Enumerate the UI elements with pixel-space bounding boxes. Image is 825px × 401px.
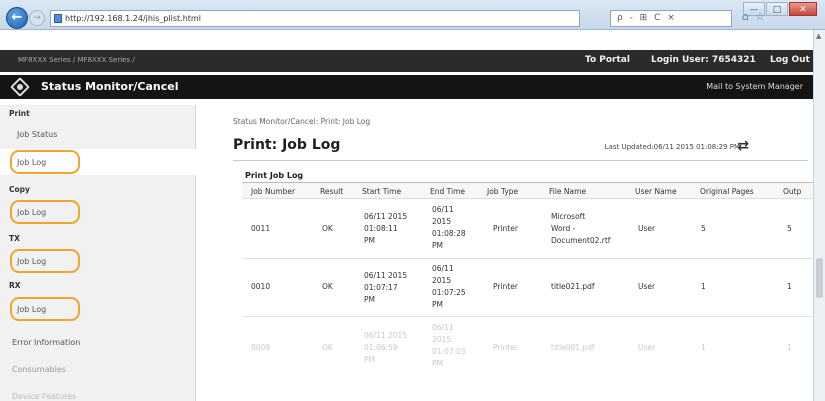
sidebar-section-print: Print bbox=[9, 109, 30, 118]
table-row[interactable]: 0011 OK 06/11 2015 01:08:11 PM 06/11 201… bbox=[242, 199, 813, 259]
cell-end-time: 06/11 2015 01:08:28 PM bbox=[432, 205, 466, 250]
cell-file-name: title001.pdf bbox=[551, 343, 595, 352]
main-content: Status Monitor/Cancel: Print: Job Log Pr… bbox=[208, 105, 813, 401]
app-title: Status Monitor/Cancel bbox=[41, 80, 179, 93]
scroll-up-arrow-icon[interactable]: ▲ bbox=[816, 32, 821, 40]
login-user-label: Login User: 7654321 bbox=[651, 55, 756, 65]
cell-job-number: 0010 bbox=[251, 282, 271, 291]
close-button[interactable]: ✕ bbox=[789, 2, 817, 16]
browser-icons: ⌂☆ bbox=[742, 10, 771, 23]
browser-titlebar: — □ ✕ ← → http://192.168.1.24/jhis_plist… bbox=[0, 0, 825, 30]
cell-end-time: 06/11 2015 01:07:03 PM bbox=[432, 323, 466, 368]
browser-window: — □ ✕ ← → http://192.168.1.24/jhis_plist… bbox=[0, 0, 825, 401]
table-caption: Print Job Log bbox=[245, 171, 304, 180]
vertical-scrollbar[interactable]: ▲ bbox=[813, 30, 825, 401]
refresh-icon[interactable]: ⇄ bbox=[737, 138, 749, 154]
sidebar-item-error-information[interactable]: Error Information bbox=[12, 338, 80, 347]
sidebar-section-rx: RX bbox=[9, 281, 21, 290]
sidebar: Print Job Status Job Log Copy Job Log TX… bbox=[0, 105, 196, 401]
cell-output-pages: 5 bbox=[787, 224, 792, 233]
page-title: Print: Job Log bbox=[233, 137, 341, 153]
column-header: Job Number bbox=[251, 187, 296, 196]
cell-original-pages: 1 bbox=[701, 282, 706, 291]
table-header-row: Job Number Result Start Time End Time Jo… bbox=[242, 182, 813, 199]
column-header: End Time bbox=[430, 187, 465, 196]
cell-result: OK bbox=[322, 343, 333, 352]
page-header: MF8XXX Series / MF8XXX Series / To Porta… bbox=[0, 50, 813, 72]
table-row[interactable]: 0010 OK 06/11 2015 01:07:17 PM 06/11 201… bbox=[242, 259, 813, 317]
cell-result: OK bbox=[322, 282, 333, 291]
cell-result: OK bbox=[322, 224, 333, 233]
status-monitor-logo-icon bbox=[10, 77, 30, 97]
column-header: User Name bbox=[635, 187, 677, 196]
cell-start-time: 06/11 2015 01:08:11 PM bbox=[364, 212, 408, 245]
title-divider bbox=[233, 160, 808, 161]
column-header: File Name bbox=[549, 187, 587, 196]
cell-original-pages: 5 bbox=[701, 224, 706, 233]
address-url: http://192.168.1.24/jhis_plist.html bbox=[65, 14, 201, 23]
cell-file-name: Microsoft Word - Document02.rtf bbox=[551, 212, 611, 245]
cell-job-type: Printer bbox=[493, 282, 518, 291]
favorites-icon[interactable]: ☆ bbox=[755, 10, 771, 23]
cell-end-time: 06/11 2015 01:07:25 PM bbox=[432, 264, 466, 309]
column-header: Job Type bbox=[487, 187, 519, 196]
page-icon bbox=[54, 14, 62, 23]
cell-start-time: 06/11 2015 01:07:17 PM bbox=[364, 271, 408, 304]
to-portal-link[interactable]: To Portal bbox=[585, 55, 630, 65]
cell-output-pages: 1 bbox=[787, 282, 792, 291]
highlight-rx-job-log bbox=[10, 297, 80, 321]
highlight-tx-job-log bbox=[10, 249, 80, 273]
logout-link[interactable]: Log Out bbox=[770, 55, 810, 65]
cell-job-number: 0009 bbox=[251, 343, 271, 352]
address-bar[interactable]: http://192.168.1.24/jhis_plist.html bbox=[50, 10, 580, 27]
back-button[interactable]: ← bbox=[6, 7, 28, 29]
device-name: MF8XXX Series / MF8XXX Series / bbox=[18, 56, 135, 64]
cell-start-time: 06/11 2015 01:06:59 PM bbox=[364, 331, 408, 364]
back-arrow-icon: ← bbox=[11, 10, 23, 25]
mail-to-system-manager-link[interactable]: Mail to System Manager bbox=[706, 82, 803, 91]
cell-output-pages: 1 bbox=[787, 343, 792, 352]
sidebar-item-device-features[interactable]: Device Features bbox=[12, 392, 76, 401]
highlight-copy-job-log bbox=[10, 200, 80, 224]
cell-user-name: User bbox=[638, 343, 656, 352]
breadcrumb: Status Monitor/Cancel: Print: Job Log bbox=[233, 117, 371, 126]
sidebar-item-consumables[interactable]: Consumables bbox=[12, 365, 66, 374]
scrollbar-thumb[interactable] bbox=[816, 258, 823, 298]
cell-job-type: Printer bbox=[493, 343, 518, 352]
column-header: Outp bbox=[783, 187, 802, 196]
cell-user-name: User bbox=[638, 224, 656, 233]
column-header: Result bbox=[320, 187, 344, 196]
highlight-print-job-log bbox=[10, 150, 80, 174]
forward-arrow-icon: → bbox=[33, 13, 41, 23]
sidebar-section-copy: Copy bbox=[9, 185, 30, 194]
cell-job-number: 0011 bbox=[251, 224, 271, 233]
address-tools[interactable]: ρ - ⊞ C × bbox=[610, 10, 732, 27]
sidebar-section-tx: TX bbox=[9, 234, 20, 243]
column-header: Original Pages bbox=[700, 187, 754, 196]
sidebar-item-job-status[interactable]: Job Status bbox=[17, 130, 57, 139]
column-header: Start Time bbox=[362, 187, 402, 196]
forward-button[interactable]: → bbox=[29, 10, 45, 26]
cell-job-type: Printer bbox=[493, 224, 518, 233]
job-log-table: Job Number Result Start Time End Time Jo… bbox=[242, 182, 813, 401]
cell-user-name: User bbox=[638, 282, 656, 291]
table-row[interactable]: 0009 OK 06/11 2015 01:06:59 PM 06/11 201… bbox=[242, 317, 813, 401]
home-icon[interactable]: ⌂ bbox=[742, 10, 755, 23]
last-updated-label: Last Updated:06/11 2015 01:08:29 PM bbox=[604, 143, 740, 151]
sub-header: Status Monitor/Cancel Mail to System Man… bbox=[0, 75, 813, 99]
cell-file-name: title021.pdf bbox=[551, 282, 595, 291]
cell-original-pages: 1 bbox=[701, 343, 706, 352]
